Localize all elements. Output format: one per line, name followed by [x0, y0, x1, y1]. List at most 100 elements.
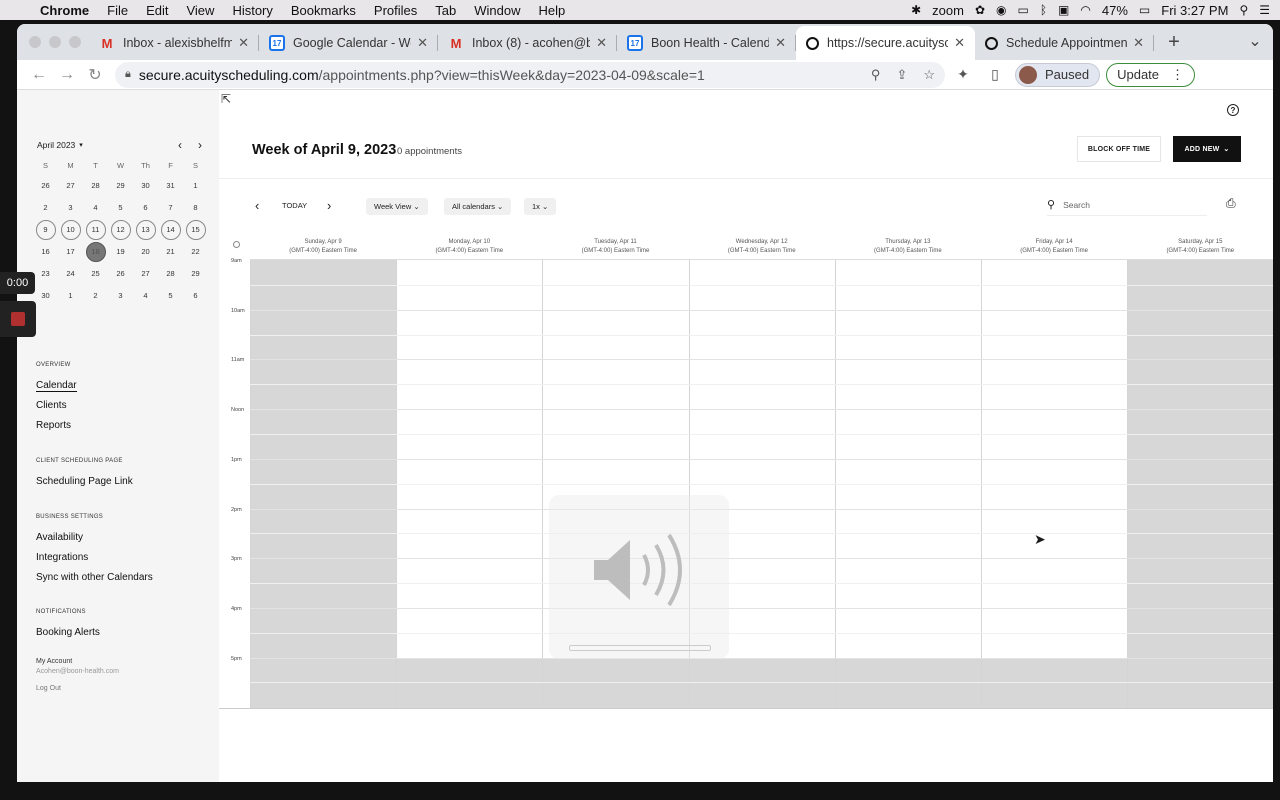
minical-day[interactable]: 14: [158, 219, 183, 240]
day-header[interactable]: Wednesday, Apr 12 (GMT-4:00) Eastern Time: [688, 234, 835, 260]
minical-day[interactable]: 27: [133, 263, 158, 284]
help-icon[interactable]: ?: [1227, 104, 1239, 116]
close-tab-icon[interactable]: ✕: [417, 35, 428, 51]
minical-day[interactable]: 21: [158, 241, 183, 262]
close-tab-icon[interactable]: ✕: [1133, 35, 1144, 51]
reload-icon[interactable]: ↻: [81, 65, 109, 85]
minical-day[interactable]: 18: [83, 241, 108, 262]
menu-bookmarks[interactable]: Bookmarks: [282, 3, 365, 18]
menu-window[interactable]: Window: [465, 3, 529, 18]
day-header[interactable]: Monday, Apr 10 (GMT-4:00) Eastern Time: [396, 234, 543, 260]
sidebar-item-reports[interactable]: Reports: [36, 420, 71, 431]
chevron-down-icon[interactable]: ▾: [79, 141, 83, 149]
menu-view[interactable]: View: [177, 3, 223, 18]
prev-week-icon[interactable]: ‹: [255, 198, 259, 213]
day-header[interactable]: Friday, Apr 14 (GMT-4:00) Eastern Time: [981, 234, 1128, 260]
day-header[interactable]: Saturday, Apr 15 (GMT-4:00) Eastern Time: [1127, 234, 1273, 260]
minical-day[interactable]: 20: [133, 241, 158, 262]
minical-month[interactable]: April 2023: [37, 140, 75, 150]
minical-day[interactable]: 12: [108, 219, 133, 240]
minical-day[interactable]: 24: [58, 263, 83, 284]
menu-edit[interactable]: Edit: [137, 3, 177, 18]
tab-gmail-inbox[interactable]: M Inbox - alexisbhelfman@ ✕: [89, 26, 259, 60]
minical-day[interactable]: 8: [183, 197, 208, 218]
minimize-window-button[interactable]: [49, 36, 61, 48]
menu-file[interactable]: File: [98, 3, 137, 18]
record-status-icon[interactable]: ◉: [996, 3, 1006, 17]
side-panel-icon[interactable]: ▯: [981, 66, 1009, 83]
zoom-status[interactable]: zoom: [932, 3, 964, 18]
minical-day[interactable]: 19: [108, 241, 133, 262]
bookmark-star-icon[interactable]: ☆: [923, 67, 935, 83]
tab-boon-calendar[interactable]: 17 Boon Health - Calendar ✕: [617, 26, 796, 60]
update-button[interactable]: Update ⋮: [1106, 62, 1196, 87]
tab-google-calendar[interactable]: 17 Google Calendar - Week ✕: [259, 26, 438, 60]
minical-day[interactable]: 10: [58, 219, 83, 240]
wifi-icon[interactable]: ◠: [1080, 3, 1090, 17]
search-input[interactable]: ⚲ Search: [1047, 198, 1207, 216]
minical-day[interactable]: 5: [158, 285, 183, 306]
menubar-clock[interactable]: Fri 3:27 PM: [1161, 3, 1228, 18]
minical-day[interactable]: 1: [58, 285, 83, 306]
minical-day[interactable]: 9: [33, 219, 58, 240]
minical-day[interactable]: 30: [133, 175, 158, 196]
minical-day[interactable]: 28: [158, 263, 183, 284]
more-menu-icon[interactable]: ⋮: [1171, 67, 1184, 83]
lock-icon[interactable]: 🔒︎: [125, 68, 131, 81]
menu-profiles[interactable]: Profiles: [365, 3, 426, 18]
tab-acuity-active[interactable]: https://secure.acuitysch ✕: [796, 26, 975, 60]
minical-day[interactable]: 1: [183, 175, 208, 196]
minical-day[interactable]: 3: [58, 197, 83, 218]
minical-day[interactable]: 4: [83, 197, 108, 218]
address-bar[interactable]: 🔒︎ secure.acuityscheduling.com/appointme…: [115, 61, 945, 88]
minical-day[interactable]: 28: [83, 175, 108, 196]
display-status-icon[interactable]: ▭: [1018, 3, 1029, 17]
sidebar-item-calendar[interactable]: Calendar: [36, 380, 77, 392]
calendar-filter-select[interactable]: All calendars ⌄: [444, 198, 512, 215]
next-week-icon[interactable]: ›: [327, 198, 331, 213]
minical-day[interactable]: 29: [108, 175, 133, 196]
sidebar-item-scheduling-page-link[interactable]: Scheduling Page Link: [36, 476, 133, 487]
close-tab-icon[interactable]: ✕: [238, 35, 249, 51]
minical-day[interactable]: 7: [158, 197, 183, 218]
day-header[interactable]: Tuesday, Apr 11 (GMT-4:00) Eastern Time: [542, 234, 689, 260]
prev-month-icon[interactable]: ‹: [178, 138, 182, 152]
minical-day[interactable]: 11: [83, 219, 108, 240]
tab-gmail-acohen[interactable]: M Inbox (8) - acohen@boo ✕: [438, 26, 617, 60]
minical-day[interactable]: 17: [58, 241, 83, 262]
day-header[interactable]: Thursday, Apr 13 (GMT-4:00) Eastern Time: [834, 234, 981, 260]
print-icon[interactable]: ⎙: [1226, 196, 1236, 211]
sidebar-item-availability[interactable]: Availability: [36, 532, 83, 543]
block-off-time-button[interactable]: BLOCK OFF TIME: [1077, 136, 1161, 162]
share-icon[interactable]: ⇪: [896, 67, 907, 83]
sidebar-item-clients[interactable]: Clients: [36, 400, 67, 411]
minical-day[interactable]: 2: [33, 197, 58, 218]
close-tab-icon[interactable]: ✕: [775, 35, 786, 51]
zoom-magnifier-icon[interactable]: ⚲: [871, 67, 881, 83]
minical-day[interactable]: 15: [183, 219, 208, 240]
url-text[interactable]: secure.acuityscheduling.com/appointments…: [139, 67, 705, 83]
control-center-icon[interactable]: ▣: [1058, 3, 1069, 17]
profile-button[interactable]: Paused: [1015, 62, 1101, 87]
forward-arrow-icon[interactable]: →: [53, 66, 81, 84]
minical-day[interactable]: 26: [108, 263, 133, 284]
zoom-window-button[interactable]: [69, 36, 81, 48]
menu-help[interactable]: Help: [530, 3, 575, 18]
minical-day[interactable]: 5: [108, 197, 133, 218]
close-tab-icon[interactable]: ✕: [596, 35, 607, 51]
menu-app-name[interactable]: Chrome: [38, 3, 98, 18]
stop-recording-button[interactable]: [0, 301, 36, 337]
minical-day[interactable]: 13: [133, 219, 158, 240]
bug-status-icon[interactable]: ✿: [975, 3, 985, 17]
battery-icon[interactable]: ▭: [1139, 3, 1150, 17]
gear-status-icon[interactable]: ✱: [911, 3, 921, 17]
minical-day[interactable]: 26: [33, 175, 58, 196]
new-tab-button[interactable]: +: [1154, 26, 1194, 60]
scale-select[interactable]: 1x ⌄: [524, 198, 557, 215]
logout-link[interactable]: Log Out: [36, 685, 61, 692]
minical-day[interactable]: 2: [83, 285, 108, 306]
minical-day[interactable]: 4: [133, 285, 158, 306]
extensions-puzzle-icon[interactable]: ✦: [949, 66, 977, 83]
minical-day[interactable]: 23: [33, 263, 58, 284]
minical-day[interactable]: 30: [33, 285, 58, 306]
